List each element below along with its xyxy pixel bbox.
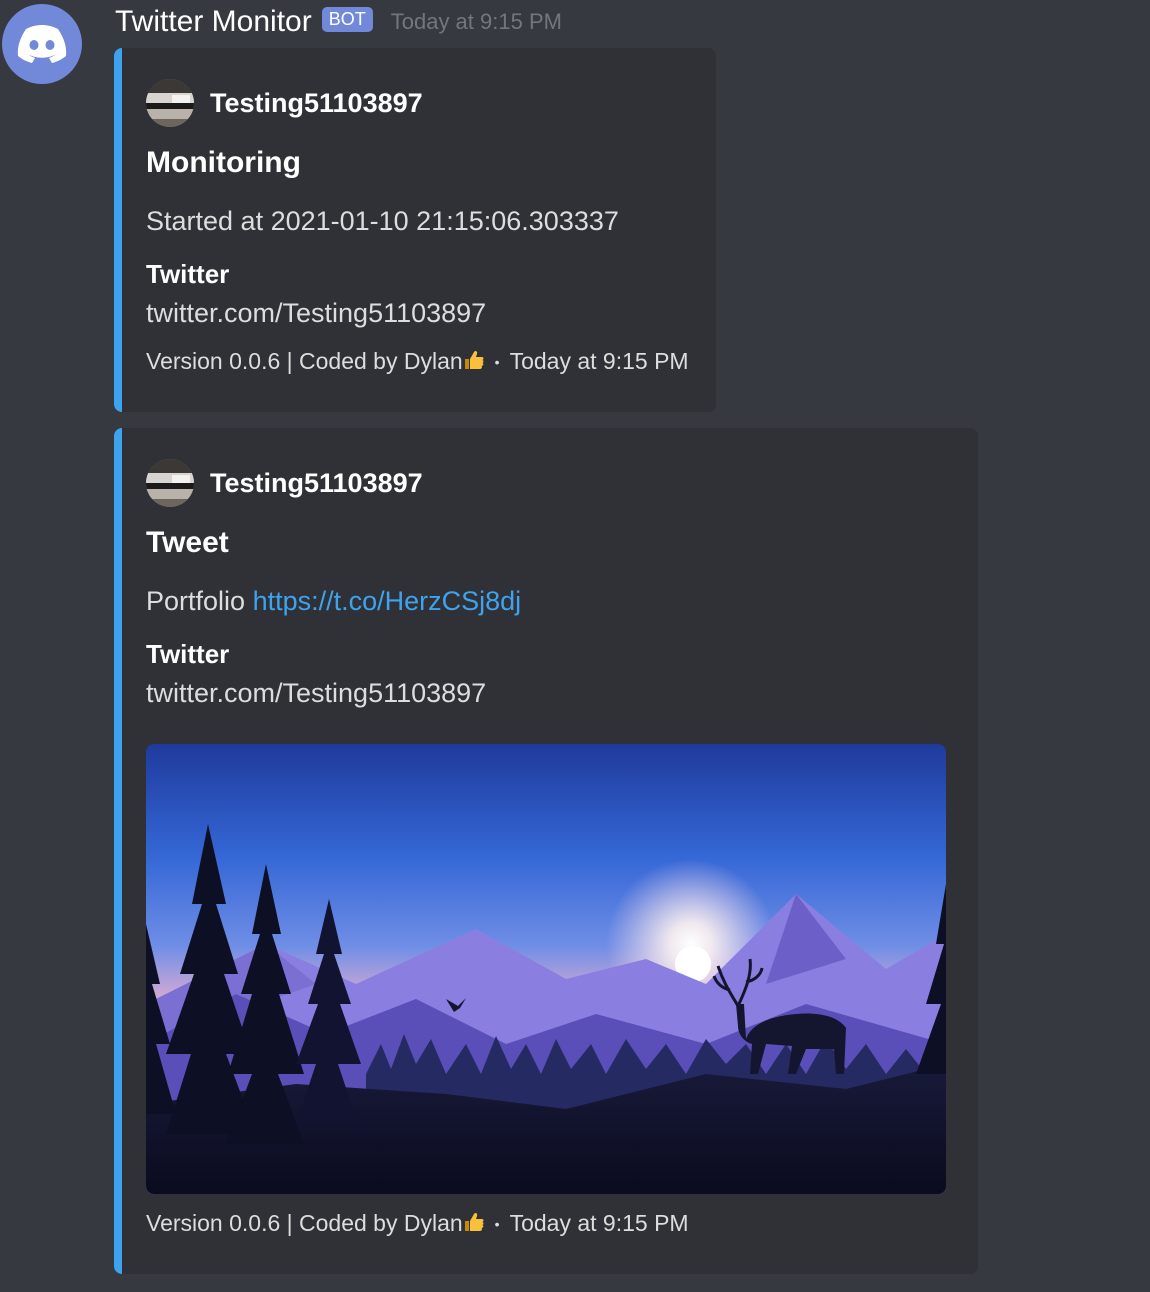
thumbs-up-icon [463,1211,485,1233]
description-link[interactable]: https://t.co/HerzCSj8dj [253,586,522,616]
embed-author-name[interactable]: Testing51103897 [210,88,423,119]
footer-timestamp: Today at 9:15 PM [509,348,689,374]
embed-footer: Version 0.0.6 | Coded by Dylan • Today a… [146,348,689,375]
embed-tweet: Testing51103897 Tweet Portfolio https://… [114,428,978,1274]
author-avatar [146,79,194,127]
footer-text: Version 0.0.6 | Coded by Dylan [146,348,463,374]
embed-author: Testing51103897 [146,459,423,507]
author-avatar [146,459,194,507]
embed-description: Started at 2021-01-10 21:15:06.303337 [146,206,619,236]
embed-description: Portfolio https://t.co/HerzCSj8dj [146,586,521,617]
bot-tag: BOT [321,6,373,32]
username[interactable]: Twitter Monitor [115,5,312,39]
footer-text: Version 0.0.6 | Coded by Dylan [146,1210,463,1236]
footer-separator: • [494,1215,500,1232]
embed-footer: Version 0.0.6 | Coded by Dylan • Today a… [146,1210,689,1237]
field-name: Twitter [146,639,230,669]
embed-author: Testing51103897 [146,79,423,127]
field-name: Twitter [146,259,230,289]
thumbs-up-icon [463,349,485,371]
chat-message: Twitter Monitor BOT Today at 9:15 PM Tes… [0,0,1150,1292]
field-value: twitter.com/Testing51103897 [146,298,487,328]
embed-author-name[interactable]: Testing51103897 [210,468,423,499]
mountain-landscape-image [146,744,946,1194]
embed-title: Monitoring [146,146,301,179]
embed-image[interactable] [146,744,946,1194]
footer-timestamp: Today at 9:15 PM [509,1210,689,1236]
field-value: twitter.com/Testing51103897 [146,678,487,708]
embed-title: Tweet [146,526,229,559]
bot-avatar[interactable] [2,4,82,84]
message-timestamp[interactable]: Today at 9:15 PM [391,9,562,35]
footer-separator: • [494,353,500,370]
description-text: Portfolio [146,586,246,616]
embed-monitoring: Testing51103897 Monitoring Started at 20… [114,48,716,412]
message-header: Twitter Monitor BOT Today at 9:15 PM [115,2,562,42]
discord-logo-icon [17,25,67,63]
